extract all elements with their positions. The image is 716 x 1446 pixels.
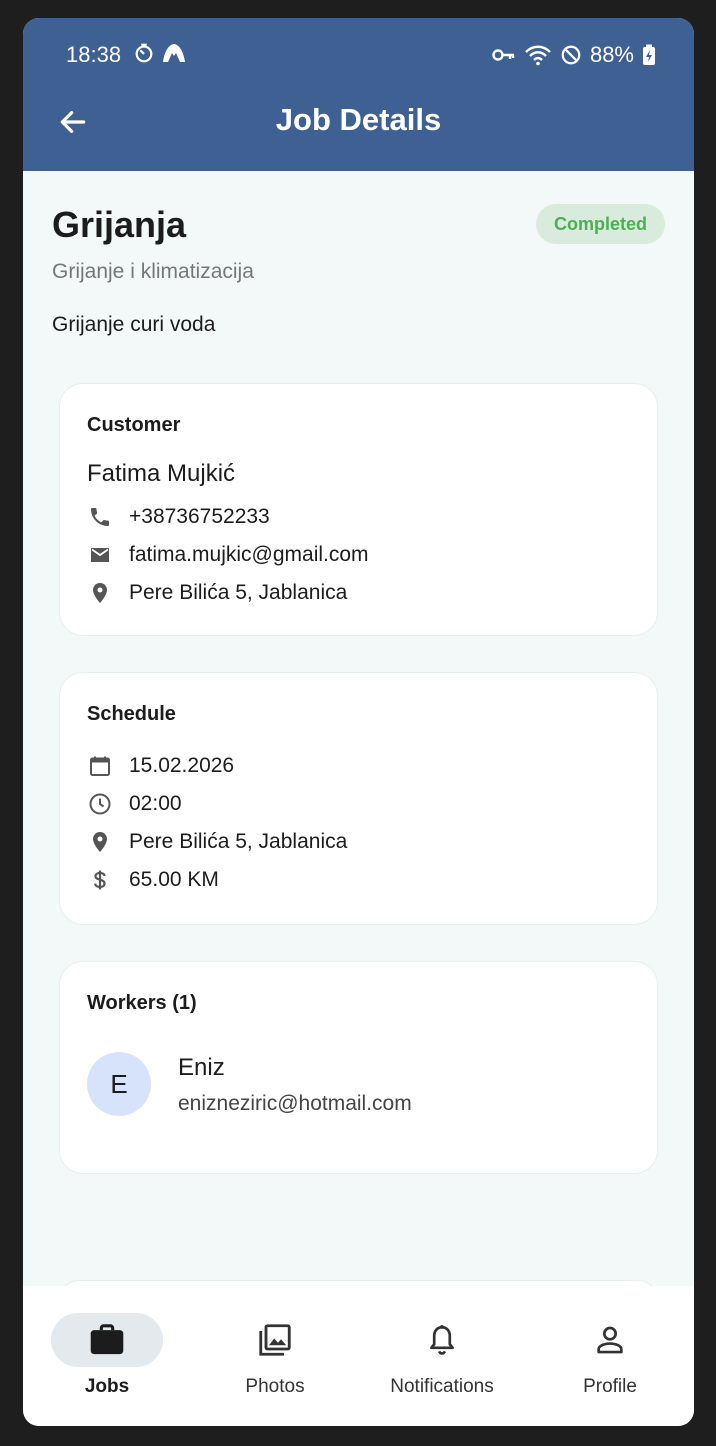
customer-card: Customer Fatima Mujkić +38736752233 fati… — [59, 383, 658, 636]
customer-address: Pere Bilića 5, Jablanica — [129, 581, 348, 604]
phone-icon — [87, 504, 113, 530]
nav-pill-jobs — [51, 1313, 163, 1367]
customer-phone: +38736752233 — [129, 505, 270, 528]
email-icon — [87, 542, 113, 568]
schedule-card: Schedule 15.02.2026 02:00 Pere Bilića 5,… — [59, 672, 658, 925]
job-category: Grijanje i klimatizacija — [52, 260, 254, 283]
app-bar: 18:38 88% Job Details — [23, 18, 694, 171]
schedule-address-row: Pere Bilića 5, Jablanica — [87, 829, 347, 855]
status-time: 18:38 — [66, 42, 122, 67]
dollar-icon — [87, 867, 113, 893]
nav-label-profile: Profile — [583, 1376, 637, 1397]
key-icon — [492, 49, 515, 61]
nav-label-notifications: Notifications — [390, 1376, 494, 1397]
battery-percent: 88% — [589, 42, 634, 67]
wifi-icon — [525, 45, 551, 66]
workers-card: Workers (1) E Eniz enizneziric@hotmail.c… — [59, 961, 658, 1174]
schedule-time: 02:00 — [129, 792, 182, 815]
briefcase-icon — [90, 1324, 124, 1355]
nav-pill-photos — [219, 1313, 331, 1367]
worker-email: enizneziric@hotmail.com — [178, 1092, 412, 1115]
nav-pill-notifications — [386, 1313, 498, 1367]
page-title: Job Details — [275, 102, 442, 137]
bottom-nav: Jobs Photos Notifications Profile — [23, 1286, 694, 1426]
schedule-price: 65.00 KM — [129, 868, 219, 891]
customer-address-row[interactable]: Pere Bilića 5, Jablanica — [87, 580, 347, 606]
customer-phone-row[interactable]: +38736752233 — [87, 504, 270, 530]
schedule-time-row: 02:00 — [87, 791, 182, 817]
status-right: 88% — [492, 42, 656, 68]
nav-item-notifications[interactable]: Notifications — [358, 1286, 526, 1426]
workers-card-title: Workers (1) — [87, 992, 197, 1014]
nav-pill-profile — [554, 1313, 666, 1367]
nav-item-jobs[interactable]: Jobs — [23, 1286, 191, 1426]
status-badge: Completed — [535, 204, 665, 244]
schedule-address: Pere Bilića 5, Jablanica — [129, 830, 348, 853]
job-description: Grijanje curi voda — [52, 313, 216, 336]
photo-library-icon — [259, 1324, 291, 1356]
location-pin-icon — [87, 829, 113, 855]
customer-email: fatima.mujkic@gmail.com — [129, 543, 369, 566]
status-left-icons — [133, 42, 187, 64]
timer-icon — [135, 43, 153, 63]
nav-item-profile[interactable]: Profile — [526, 1286, 694, 1426]
clock-icon — [87, 791, 113, 817]
customer-name: Fatima Mujkić — [87, 460, 236, 487]
avatar: E — [87, 1052, 151, 1116]
schedule-date-row: 15.02.2026 — [87, 753, 234, 779]
worker-name: Eniz — [178, 1054, 225, 1081]
calendar-icon — [87, 753, 113, 779]
schedule-date: 15.02.2026 — [129, 754, 235, 777]
battery-charging-icon — [643, 44, 655, 65]
bell-icon — [430, 1325, 454, 1355]
person-icon — [597, 1326, 623, 1354]
job-title: Grijanja — [52, 204, 187, 245]
do-not-disturb-icon — [561, 45, 581, 65]
schedule-price-row: 65.00 KM — [87, 867, 219, 893]
mountain-vpn-icon — [163, 44, 185, 62]
nav-label-jobs: Jobs — [84, 1376, 130, 1397]
nav-item-photos[interactable]: Photos — [191, 1286, 359, 1426]
customer-email-row[interactable]: fatima.mujkic@gmail.com — [87, 542, 369, 568]
location-pin-icon — [87, 580, 113, 606]
customer-card-title: Customer — [87, 414, 181, 436]
nav-label-photos: Photos — [245, 1376, 305, 1397]
phone-screen: 18:38 88% Job Details Grijanja Completed… — [23, 18, 694, 1426]
schedule-card-title: Schedule — [87, 703, 176, 725]
